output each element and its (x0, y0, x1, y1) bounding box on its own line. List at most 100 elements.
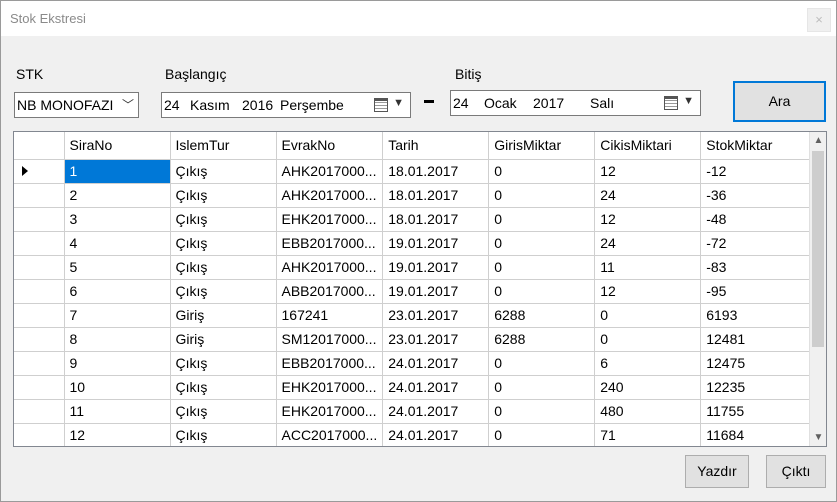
cell-islemtur[interactable]: Giriş (170, 303, 277, 328)
row-header[interactable] (14, 303, 65, 328)
cell-tarih[interactable]: 19.01.2017 (382, 231, 490, 256)
table-row[interactable]: 4 Çıkış EBB2017000... 19.01.2017 0 24 -7… (14, 231, 811, 256)
cell-islemtur[interactable]: Çıkış (170, 375, 277, 400)
table-row[interactable]: 6 Çıkış ABB2017000... 19.01.2017 0 12 -9… (14, 279, 811, 304)
row-header[interactable] (14, 255, 65, 280)
cell-sirano[interactable]: 3 (64, 207, 171, 232)
cell-stokmiktar[interactable]: 12475 (700, 351, 811, 376)
cell-stokmiktar[interactable]: -83 (700, 255, 811, 280)
cell-cikismiktari[interactable]: 12 (594, 159, 702, 184)
cell-girismiktar[interactable]: 0 (488, 183, 596, 208)
cell-girismiktar[interactable]: 0 (488, 351, 596, 376)
cell-tarih[interactable]: 18.01.2017 (382, 207, 490, 232)
vertical-scrollbar[interactable]: ▲ ▼ (809, 132, 826, 446)
table-row[interactable]: 11 Çıkış EHK2017000... 24.01.2017 0 480 … (14, 399, 811, 424)
cell-stokmiktar[interactable]: -95 (700, 279, 811, 304)
cell-islemtur[interactable]: Çıkış (170, 399, 277, 424)
end-month[interactable]: Ocak (484, 95, 517, 111)
column-header-islemtur[interactable]: IslemTur (170, 132, 277, 160)
cell-girismiktar[interactable]: 0 (488, 207, 596, 232)
cell-islemtur[interactable]: Çıkış (170, 231, 277, 256)
cell-tarih[interactable]: 23.01.2017 (382, 327, 490, 352)
row-header[interactable] (14, 399, 65, 424)
cell-islemtur[interactable]: Çıkış (170, 183, 277, 208)
table-row[interactable]: 12 Çıkış ACC2017000... 24.01.2017 0 71 1… (14, 423, 811, 446)
start-year[interactable]: 2016 (242, 97, 273, 113)
end-year[interactable]: 2017 (533, 95, 564, 111)
cell-stokmiktar[interactable]: 12481 (700, 327, 811, 352)
end-date-picker[interactable]: 24 Ocak 2017 Salı ▼ (450, 90, 701, 116)
cell-evrakno[interactable]: AHK2017000... (276, 255, 384, 280)
search-button[interactable]: Ara (733, 81, 826, 122)
chevron-down-icon[interactable]: ﹀ (122, 96, 134, 113)
table-row[interactable]: 2 Çıkış AHK2017000... 18.01.2017 0 24 -3… (14, 183, 811, 208)
row-header[interactable] (14, 279, 65, 304)
scrollbar-thumb[interactable] (812, 151, 824, 347)
cell-girismiktar[interactable]: 0 (488, 159, 596, 184)
stk-combobox[interactable]: NB MONOFAZI ﹀ (14, 92, 139, 118)
cell-evrakno[interactable]: 167241 (276, 303, 384, 328)
cell-stokmiktar[interactable]: -36 (700, 183, 811, 208)
table-row[interactable]: 8 Giriş SM12017000... 23.01.2017 6288 0 … (14, 327, 811, 352)
cell-cikismiktari[interactable]: 480 (594, 399, 702, 424)
row-header-current[interactable] (14, 159, 65, 184)
cell-stokmiktar[interactable]: 11755 (700, 399, 811, 424)
cell-tarih[interactable]: 24.01.2017 (382, 375, 490, 400)
cell-islemtur[interactable]: Çıkış (170, 351, 277, 376)
column-header-stokmiktar[interactable]: StokMiktar (700, 132, 811, 160)
table-row[interactable]: 1 Çıkış AHK2017000... 18.01.2017 0 12 -1… (14, 159, 811, 184)
cell-sirano[interactable]: 12 (64, 423, 171, 446)
cell-islemtur[interactable]: Çıkış (170, 279, 277, 304)
cell-islemtur[interactable]: Çıkış (170, 423, 277, 446)
cell-evrakno[interactable]: AHK2017000... (276, 159, 384, 184)
row-header[interactable] (14, 327, 65, 352)
row-header[interactable] (14, 423, 65, 446)
start-day[interactable]: 24 (164, 97, 180, 113)
start-date-picker[interactable]: 24 Kasım 2016 Perşembe ▼ (161, 92, 411, 118)
column-header-tarih[interactable]: Tarih (382, 132, 490, 160)
row-header[interactable] (14, 351, 65, 376)
cell-tarih[interactable]: 24.01.2017 (382, 423, 490, 446)
cell-islemtur[interactable]: Çıkış (170, 255, 277, 280)
cell-evrakno[interactable]: AHK2017000... (276, 183, 384, 208)
dropdown-arrow-icon[interactable]: ▼ (393, 97, 404, 109)
stock-statement-grid[interactable]: SiraNo IslemTur EvrakNo Tarih GirisMikta… (13, 131, 827, 447)
cell-tarih[interactable]: 23.01.2017 (382, 303, 490, 328)
cell-tarih[interactable]: 18.01.2017 (382, 183, 490, 208)
column-header-girismiktar[interactable]: GirisMiktar (488, 132, 596, 160)
close-button[interactable]: × (807, 8, 831, 32)
cell-tarih[interactable]: 19.01.2017 (382, 279, 490, 304)
cell-islemtur[interactable]: Çıkış (170, 207, 277, 232)
start-month[interactable]: Kasım (190, 97, 230, 113)
cell-girismiktar[interactable]: 0 (488, 399, 596, 424)
column-header-evrakno[interactable]: EvrakNo (276, 132, 384, 160)
cell-sirano[interactable]: 11 (64, 399, 171, 424)
table-row[interactable]: 5 Çıkış AHK2017000... 19.01.2017 0 11 -8… (14, 255, 811, 280)
cell-cikismiktari[interactable]: 12 (594, 207, 702, 232)
cell-stokmiktar[interactable]: 6193 (700, 303, 811, 328)
cell-cikismiktari[interactable]: 71 (594, 423, 702, 446)
cell-cikismiktari[interactable]: 0 (594, 327, 702, 352)
cell-girismiktar[interactable]: 0 (488, 423, 596, 446)
exit-button[interactable]: Çıktı (766, 455, 826, 488)
cell-sirano[interactable]: 7 (64, 303, 171, 328)
cell-cikismiktari[interactable]: 0 (594, 303, 702, 328)
row-header[interactable] (14, 231, 65, 256)
cell-tarih[interactable]: 18.01.2017 (382, 159, 490, 184)
cell-sirano[interactable]: 5 (64, 255, 171, 280)
calendar-icon[interactable] (374, 98, 388, 112)
cell-cikismiktari[interactable]: 24 (594, 183, 702, 208)
cell-girismiktar[interactable]: 0 (488, 375, 596, 400)
table-row[interactable]: 3 Çıkış EHK2017000... 18.01.2017 0 12 -4… (14, 207, 811, 232)
cell-tarih[interactable]: 24.01.2017 (382, 351, 490, 376)
dropdown-arrow-icon[interactable]: ▼ (683, 95, 694, 107)
cell-cikismiktari[interactable]: 11 (594, 255, 702, 280)
calendar-icon[interactable] (664, 96, 678, 110)
table-row[interactable]: 10 Çıkış EHK2017000... 24.01.2017 0 240 … (14, 375, 811, 400)
cell-sirano[interactable]: 9 (64, 351, 171, 376)
cell-cikismiktari[interactable]: 12 (594, 279, 702, 304)
cell-evrakno[interactable]: ABB2017000... (276, 279, 384, 304)
cell-sirano[interactable]: 10 (64, 375, 171, 400)
cell-cikismiktari[interactable]: 240 (594, 375, 702, 400)
cell-sirano[interactable]: 6 (64, 279, 171, 304)
